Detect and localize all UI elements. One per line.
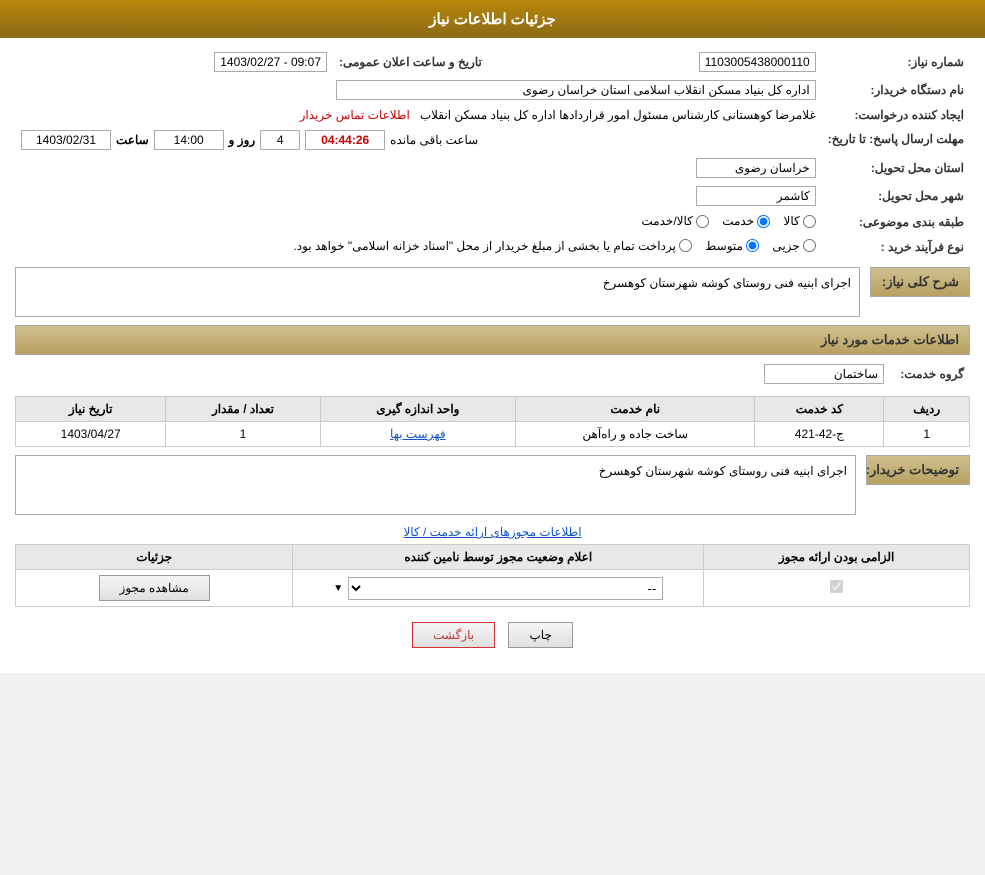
noe-jozii-radio[interactable] (803, 239, 816, 252)
ostanTahvil-label: استان محل تحویل: (822, 154, 970, 182)
button-row: چاپ بازگشت (15, 622, 970, 648)
row-tarikh: 1403/04/27 (16, 422, 166, 447)
row-vahed-link[interactable]: فهرست بها (390, 427, 446, 441)
noe-esnad-radio[interactable] (679, 239, 692, 252)
col-tarikh: تاریخ نیاز (16, 397, 166, 422)
shomareNiaz-box: 1103005438000110 (699, 52, 816, 72)
tarikh-date: 1403/02/31 (21, 130, 111, 150)
view-permit-button[interactable]: مشاهده مجوز (99, 575, 210, 601)
tozihat-section: توضیحات خریدار: اجرای ابنیه فنی روستای ک… (15, 455, 970, 515)
permits-col-elzami: الزامی بودن ارائه مجوز (704, 545, 970, 570)
countdown-value: 04:44:26 (305, 130, 385, 150)
remaining-label: ساعت باقی مانده (390, 133, 478, 147)
shahrTahvil-value: کاشمر (15, 182, 822, 210)
tarikh-public-value: 1403/02/27 - 09:07 (15, 48, 333, 76)
permits-status-select[interactable]: -- (348, 577, 663, 600)
ijadKonande-link[interactable]: اطلاعات تماس خریدار (300, 108, 410, 122)
sharh-header: شرح کلی نیاز: (870, 267, 970, 297)
noe-esnad[interactable]: پرداخت تمام یا بخشی از مبلغ خریدار از مح… (293, 239, 692, 253)
tabaqebandi-value: کالا خدمت کالا/خدمت (15, 210, 822, 235)
tabaqebandi-khedmat-radio[interactable] (757, 215, 770, 228)
grohe-label: گروه خدمت: (890, 360, 970, 388)
page-title: جزئیات اطلاعات نیاز (429, 11, 556, 28)
ijadKonande-name: غلامرضا کوهستانی کارشناس مسئول امور قرار… (420, 108, 816, 122)
tabaqebandi-khedmat[interactable]: خدمت (722, 214, 770, 228)
noeFarayand-value: جزیی متوسط پرداخت تمام یا بخشی از مبلغ خ… (15, 235, 822, 260)
chevron-down-icon: ▼ (333, 583, 343, 594)
noe-motavasset-radio[interactable] (746, 239, 759, 252)
col-nam: نام خدمت (516, 397, 755, 422)
shahrTahvil-label: شهر محل تحویل: (822, 182, 970, 210)
permits-table: الزامی بودن ارائه مجوز اعلام وضعیت مجوز … (15, 544, 970, 607)
info-section: شماره نیاز: 1103005438000110 تاریخ و ساع… (15, 48, 970, 259)
shomareNiaz-label: شماره نیاز: (822, 48, 970, 76)
namDastgah-value: اداره کل بنیاد مسکن انقلاب اسلامی استان … (15, 76, 822, 104)
permits-col-detail: جزئیات (16, 545, 293, 570)
col-tedad: تعداد / مقدار (166, 397, 320, 422)
permits-elzami (704, 570, 970, 607)
permits-status: -- ▼ (293, 570, 704, 607)
grohe-value: ساختمان (15, 360, 890, 388)
shahrTahvil-box: کاشمر (696, 186, 816, 206)
permits-col-status: اعلام وضعیت مجوز توسط نامین کننده (293, 545, 704, 570)
permits-section: اطلاعات مجوزهای ارائه خدمت / کالا الزامی… (15, 525, 970, 607)
mohlatErsal-value: 1403/02/31 ساعت 14:00 روز و 4 04:44:26 س… (15, 126, 822, 154)
saat-label: ساعت (116, 133, 149, 147)
row-radif: 1 (884, 422, 970, 447)
sharh-section: شرح کلی نیاز: اجرای ابنیه فنی روستای کوش… (15, 267, 970, 317)
permits-link[interactable]: اطلاعات مجوزهای ارائه خدمت / کالا (15, 525, 970, 539)
namDastgah-box: اداره کل بنیاد مسکن انقلاب اسلامی استان … (336, 80, 816, 100)
namDastgah-label: نام دستگاه خریدار: (822, 76, 970, 104)
ijadKonande-value: غلامرضا کوهستانی کارشناس مسئول امور قرار… (15, 104, 822, 126)
tozihat-value: اجرای ابنیه فنی روستای کوشه شهرستان کوهس… (15, 455, 856, 515)
grohe-khedmat-row: گروه خدمت: ساختمان (15, 360, 970, 388)
table-row: 1 ج-42-421 ساخت جاده و راه‌آهن فهرست بها… (16, 422, 970, 447)
ijadKonande-label: ایجاد کننده درخواست: (822, 104, 970, 126)
row-vahed: فهرست بها (320, 422, 516, 447)
back-button[interactable]: بازگشت (412, 622, 495, 648)
permits-row: -- ▼ مشاهده مجوز (16, 570, 970, 607)
print-button[interactable]: چاپ (508, 622, 572, 648)
ostanTahvil-box: خراسان رضوی (696, 158, 816, 178)
row-kod: ج-42-421 (755, 422, 884, 447)
row-nam: ساخت جاده و راه‌آهن (516, 422, 755, 447)
tarikh-public-box: 1403/02/27 - 09:07 (214, 52, 327, 72)
tabaqebandi-kala-radio[interactable] (803, 215, 816, 228)
noe-jozii[interactable]: جزیی (772, 239, 815, 253)
tarikh-public-label: تاریخ و ساعت اعلان عمومی: (333, 48, 493, 76)
col-kod: کد خدمت (755, 397, 884, 422)
services-table: ردیف کد خدمت نام خدمت واحد اندازه گیری ت… (15, 396, 970, 447)
col-vahed: واحد اندازه گیری (320, 397, 516, 422)
row-tedad: 1 (166, 422, 320, 447)
permits-detail: مشاهده مجوز (16, 570, 293, 607)
tabaqebandi-kala[interactable]: کالا (784, 214, 816, 228)
shomareNiaz-value: 1103005438000110 (493, 48, 822, 76)
permits-elzami-checkbox (830, 580, 843, 593)
ostanTahvil-value: خراسان رضوی (15, 154, 822, 182)
noe-esnad-label: پرداخت تمام یا بخشی از مبلغ خریدار از مح… (293, 239, 676, 253)
saat-value: 14:00 (154, 130, 224, 150)
tabaqebandi-kalakhedmat-radio[interactable] (696, 215, 709, 228)
noeFarayand-label: نوع فرآیند خرید : (822, 235, 970, 260)
rooz-label: روز و (229, 133, 256, 147)
sharh-description: اجرای ابنیه فنی روستای کوشه شهرستان کوهس… (15, 267, 860, 317)
mohlatErsal-label: مهلت ارسال پاسخ: تا تاریخ: (822, 126, 970, 154)
khadamat-header: اطلاعات خدمات مورد نیاز (15, 325, 970, 355)
tozihat-label: توضیحات خریدار: (866, 455, 970, 485)
rooz-value: 4 (260, 130, 300, 150)
grohe-box: ساختمان (764, 364, 884, 384)
page-header: جزئیات اطلاعات نیاز (0, 0, 985, 38)
col-radif: ردیف (884, 397, 970, 422)
tabaqebandi-kala-khedmat[interactable]: کالا/خدمت (641, 214, 708, 228)
tabaqebandi-label: طبقه بندی موضوعی: (822, 210, 970, 235)
noe-motavasset[interactable]: متوسط (705, 239, 759, 253)
